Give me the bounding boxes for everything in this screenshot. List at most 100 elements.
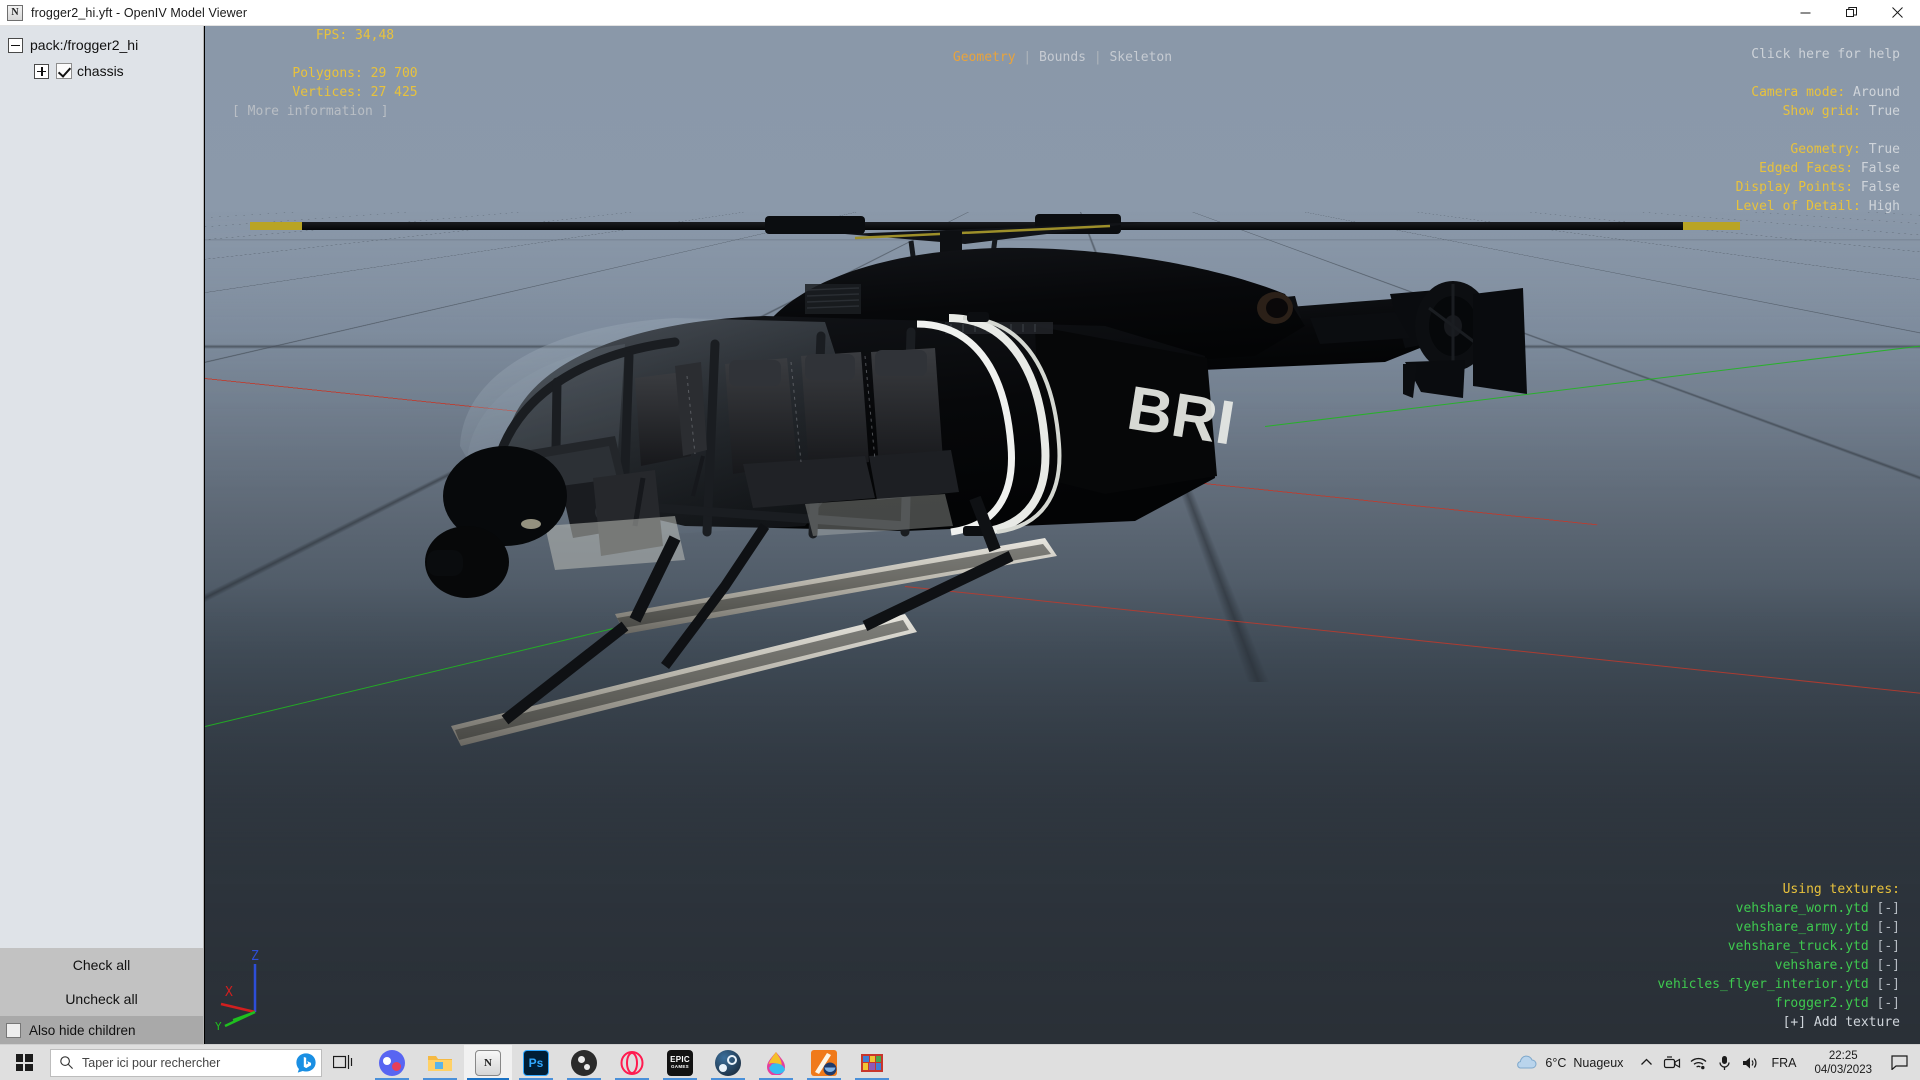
- tree-item-pack-root[interactable]: pack:/frogger2_hi: [0, 32, 203, 58]
- tab-geometry[interactable]: Geometry: [953, 50, 1016, 65]
- tab-skeleton[interactable]: Skeleton: [1109, 50, 1172, 65]
- maximize-restore-button[interactable]: [1828, 0, 1874, 26]
- also-hide-children-row[interactable]: Also hide children: [0, 1016, 203, 1044]
- tree-item-label: chassis: [77, 63, 124, 79]
- volume-icon[interactable]: [1737, 1045, 1763, 1080]
- tab-bounds[interactable]: Bounds: [1039, 50, 1086, 65]
- texture-name[interactable]: vehicles_flyer_interior.ytd: [1657, 977, 1868, 992]
- display-points-value[interactable]: False: [1861, 180, 1900, 195]
- also-hide-children-checkbox[interactable]: [6, 1022, 21, 1038]
- weather-temperature: 6°C: [1545, 1055, 1567, 1070]
- taskbar-app-file-explorer[interactable]: [416, 1045, 464, 1080]
- weather-widget[interactable]: 6°C Nuageux: [1504, 1045, 1633, 1080]
- also-hide-children-label: Also hide children: [29, 1022, 136, 1038]
- fps-label: FPS:: [315, 28, 348, 43]
- microphone-icon[interactable]: [1711, 1045, 1737, 1080]
- obs-studio-icon: [571, 1049, 597, 1076]
- close-button[interactable]: [1874, 0, 1920, 26]
- model-tree: pack:/frogger2_hi chassis: [0, 26, 203, 948]
- taskbar-app-epic-games[interactable]: EPIC GAMES: [656, 1045, 704, 1080]
- nose: [425, 446, 567, 598]
- window-title: frogger2_hi.yft - OpenIV Model Viewer: [31, 5, 248, 20]
- meet-now-icon[interactable]: [1659, 1045, 1685, 1080]
- 3d-viewport[interactable]: BRI FPS: 34,48 Polygons: 29 700 Vertices…: [205, 26, 1920, 1044]
- help-link[interactable]: Click here for help: [1751, 47, 1900, 62]
- paint-3d-icon: [763, 1050, 789, 1076]
- chassis-checkbox[interactable]: [56, 63, 72, 79]
- geometry-label: Geometry:: [1790, 142, 1861, 157]
- tree-item-chassis[interactable]: chassis: [0, 58, 203, 84]
- texture-remove-button[interactable]: [-]: [1877, 996, 1900, 1011]
- texture-name[interactable]: vehshare_truck.ytd: [1728, 939, 1869, 954]
- task-view-button[interactable]: [322, 1045, 364, 1080]
- language-indicator[interactable]: FRA: [1763, 1045, 1804, 1080]
- taskbar-app-openiv[interactable]: N: [464, 1044, 512, 1080]
- polygons-label: Polygons:: [292, 66, 363, 81]
- show-hidden-icons-button[interactable]: [1633, 1045, 1659, 1080]
- minimize-button[interactable]: [1782, 0, 1828, 26]
- taskbar-app-steam[interactable]: [704, 1045, 752, 1080]
- textures-header: Using textures:: [1782, 882, 1900, 897]
- clock-time: 22:25: [1828, 1049, 1858, 1062]
- notifications-button[interactable]: [1882, 1045, 1916, 1080]
- openiv-model-viewer-window: N frogger2_hi.yft - OpenIV Model Viewer: [0, 0, 1920, 1080]
- camera-mode-label: Camera mode:: [1751, 85, 1846, 100]
- level-of-detail-value[interactable]: High: [1869, 199, 1900, 214]
- add-texture-button[interactable]: [+] Add texture: [1783, 1015, 1900, 1030]
- vertices-label: Vertices:: [292, 85, 363, 100]
- texture-remove-button[interactable]: [-]: [1877, 920, 1900, 935]
- gizmo-x-label: X: [225, 985, 233, 1000]
- polygons-value: 29 700: [370, 66, 418, 81]
- viewport-mode-tabs: Geometry | Bounds | Skeleton: [205, 48, 1920, 67]
- uncheck-all-button[interactable]: Uncheck all: [0, 982, 203, 1016]
- expand-toggle-icon[interactable]: [34, 63, 49, 79]
- gizmo-y-label: Y: [215, 1020, 222, 1032]
- notification-icon: [1890, 1055, 1908, 1070]
- start-button[interactable]: [0, 1045, 48, 1080]
- window-titlebar: N frogger2_hi.yft - OpenIV Model Viewer: [0, 0, 1920, 26]
- texture-remove-button[interactable]: [-]: [1877, 901, 1900, 916]
- texture-remove-button[interactable]: [-]: [1877, 977, 1900, 992]
- taskbar-app-opera-gx[interactable]: [608, 1045, 656, 1080]
- texture-name[interactable]: frogger2.ytd: [1775, 996, 1869, 1011]
- textures-overlay: Using textures: vehshare_worn.ytd [-] ve…: [1657, 880, 1900, 1032]
- windows-logo-icon: [15, 1054, 33, 1071]
- window-controls: [1782, 0, 1920, 26]
- search-input[interactable]: Taper ici pour rechercher: [82, 1056, 295, 1070]
- collapse-toggle-icon[interactable]: [8, 37, 23, 53]
- taskbar-app-photoshop[interactable]: Ps: [512, 1045, 560, 1080]
- texture-name[interactable]: vehshare_army.ytd: [1736, 920, 1869, 935]
- clock-date: 04/03/2023: [1814, 1063, 1872, 1076]
- taskbar-search-box[interactable]: Taper ici pour rechercher: [50, 1048, 322, 1077]
- check-all-button[interactable]: Check all: [0, 948, 203, 982]
- cloud-icon: [1517, 1055, 1537, 1069]
- taskbar-app-obs-studio[interactable]: [560, 1045, 608, 1080]
- viewport-settings-overlay: Click here for help Camera mode: Around …: [1736, 45, 1900, 216]
- bing-icon[interactable]: [295, 1052, 317, 1074]
- taskbar-app-winrar[interactable]: [848, 1045, 896, 1080]
- panel-actions: Check all Uncheck all: [0, 948, 203, 1016]
- winrar-icon: [859, 1050, 885, 1076]
- taskbar-app-zmodeler[interactable]: [800, 1045, 848, 1080]
- texture-name[interactable]: vehshare.ytd: [1775, 958, 1869, 973]
- opera-gx-icon: [619, 1050, 645, 1076]
- edged-faces-value[interactable]: False: [1861, 161, 1900, 176]
- geometry-value[interactable]: True: [1869, 142, 1900, 157]
- camera-mode-value[interactable]: Around: [1853, 85, 1900, 100]
- clock-widget[interactable]: 22:25 04/03/2023: [1804, 1045, 1882, 1080]
- show-grid-value[interactable]: True: [1869, 104, 1900, 119]
- texture-name[interactable]: vehshare_worn.ytd: [1736, 901, 1869, 916]
- network-icon[interactable]: [1685, 1045, 1711, 1080]
- viewport-stats-overlay: FPS: 34,48 Polygons: 29 700 Vertices: 27…: [230, 26, 480, 121]
- edged-faces-label: Edged Faces:: [1759, 161, 1854, 176]
- taskbar-app-paint-3d[interactable]: [752, 1045, 800, 1080]
- file-explorer-icon: [427, 1050, 453, 1076]
- texture-remove-button[interactable]: [-]: [1877, 939, 1900, 954]
- taskbar-app-discord[interactable]: [368, 1045, 416, 1080]
- windows-taskbar: Taper ici pour rechercher N Ps EPIC GAME…: [0, 1044, 1920, 1080]
- display-points-label: Display Points:: [1735, 180, 1854, 195]
- more-information-link[interactable]: [ More information ]: [232, 104, 389, 119]
- texture-remove-button[interactable]: [-]: [1877, 958, 1900, 973]
- tree-item-label: pack:/frogger2_hi: [30, 37, 139, 53]
- system-tray: 6°C Nuageux FRA 22:25 04/03/2023: [1504, 1045, 1920, 1080]
